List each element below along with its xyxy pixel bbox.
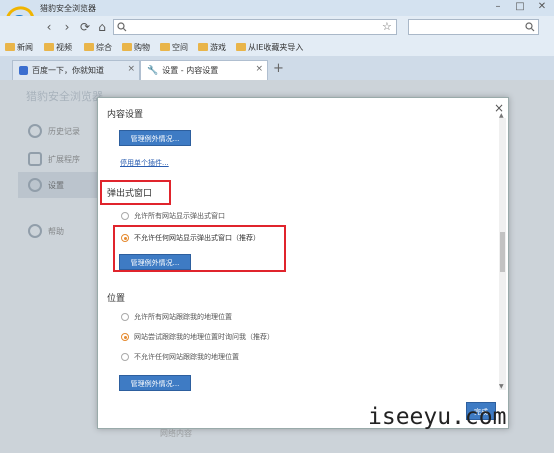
tab-close-button[interactable]: × <box>255 64 263 74</box>
tab-favicon-icon <box>19 66 28 75</box>
wrench-icon: 🔧 <box>147 65 159 76</box>
radio-button-selected[interactable] <box>121 333 129 341</box>
bookmark-item[interactable]: 从IE收藏夹导入 <box>236 40 303 54</box>
scroll-down-icon[interactable]: ▼ <box>499 383 504 390</box>
folder-icon <box>198 43 208 51</box>
bookmark-item[interactable]: 游戏 <box>198 40 226 54</box>
tab-close-button[interactable]: × <box>127 64 135 74</box>
maximize-button[interactable]: □ <box>510 0 530 14</box>
close-window-button[interactable]: ✕ <box>532 0 552 14</box>
folder-icon <box>236 43 246 51</box>
location-manage-exceptions-button[interactable]: 管理例外情况... <box>119 375 191 391</box>
bookmark-star-icon[interactable]: ☆ <box>382 20 392 33</box>
tab-baidu[interactable]: 百度一下，你就知道 × <box>12 60 140 80</box>
search-box[interactable] <box>408 19 539 35</box>
tab-settings[interactable]: 🔧 设置 - 内容设置 × <box>140 60 268 80</box>
popups-block-option[interactable]: 不允许任何网站显示弹出式窗口（推荐） <box>121 233 260 243</box>
location-block-option[interactable]: 不允许任何网站跟踪我的地理位置 <box>121 352 239 362</box>
new-tab-button[interactable]: + <box>273 61 284 76</box>
minimize-button[interactable]: – <box>488 0 508 14</box>
dialog-title: 内容设置 <box>107 110 144 120</box>
folder-icon <box>122 43 132 51</box>
folder-icon <box>84 43 94 51</box>
popups-allow-option[interactable]: 允许所有网站显示弹出式窗口 <box>121 211 225 221</box>
bookmark-item[interactable]: 空间 <box>160 40 188 54</box>
radio-button[interactable] <box>121 353 129 361</box>
window-title: 猎豹安全浏览器 <box>40 4 96 13</box>
scroll-up-icon[interactable]: ▲ <box>499 112 504 119</box>
location-ask-option[interactable]: 网站尝试跟踪我的地理位置时询问我（推荐） <box>121 332 274 342</box>
bookmark-item[interactable]: 新闻 <box>5 40 33 54</box>
folder-icon <box>160 43 170 51</box>
bookmark-item[interactable]: 综合 <box>84 40 112 54</box>
location-heading: 位置 <box>107 294 126 304</box>
refresh-button[interactable]: ⟳ <box>78 19 92 35</box>
watermark-text: iseeyu.com <box>368 404 507 430</box>
forward-button[interactable]: › <box>60 19 74 35</box>
folder-icon <box>5 43 15 51</box>
manage-exceptions-button[interactable]: 管理例外情况... <box>119 130 191 146</box>
radio-button-selected[interactable] <box>121 234 129 242</box>
popups-manage-exceptions-button[interactable]: 管理例外情况... <box>119 254 191 270</box>
radio-button[interactable] <box>121 313 129 321</box>
radio-button[interactable] <box>121 212 129 220</box>
bookmark-item[interactable]: 购物 <box>122 40 150 54</box>
search-icon <box>117 22 127 32</box>
back-button[interactable]: ‹ <box>42 19 56 35</box>
folder-icon <box>44 43 54 51</box>
disable-plugins-link[interactable]: 停用单个插件... <box>120 158 169 168</box>
bookmark-item[interactable]: 视频 <box>44 40 72 54</box>
popups-heading: 弹出式窗口 <box>107 189 153 199</box>
search-icon[interactable] <box>525 22 535 32</box>
address-bar[interactable]: ☆ <box>113 19 397 35</box>
home-button[interactable]: ⌂ <box>95 19 109 35</box>
scrollbar-thumb[interactable] <box>500 232 505 272</box>
location-allow-option[interactable]: 允许所有网站跟踪我的地理位置 <box>121 312 232 322</box>
